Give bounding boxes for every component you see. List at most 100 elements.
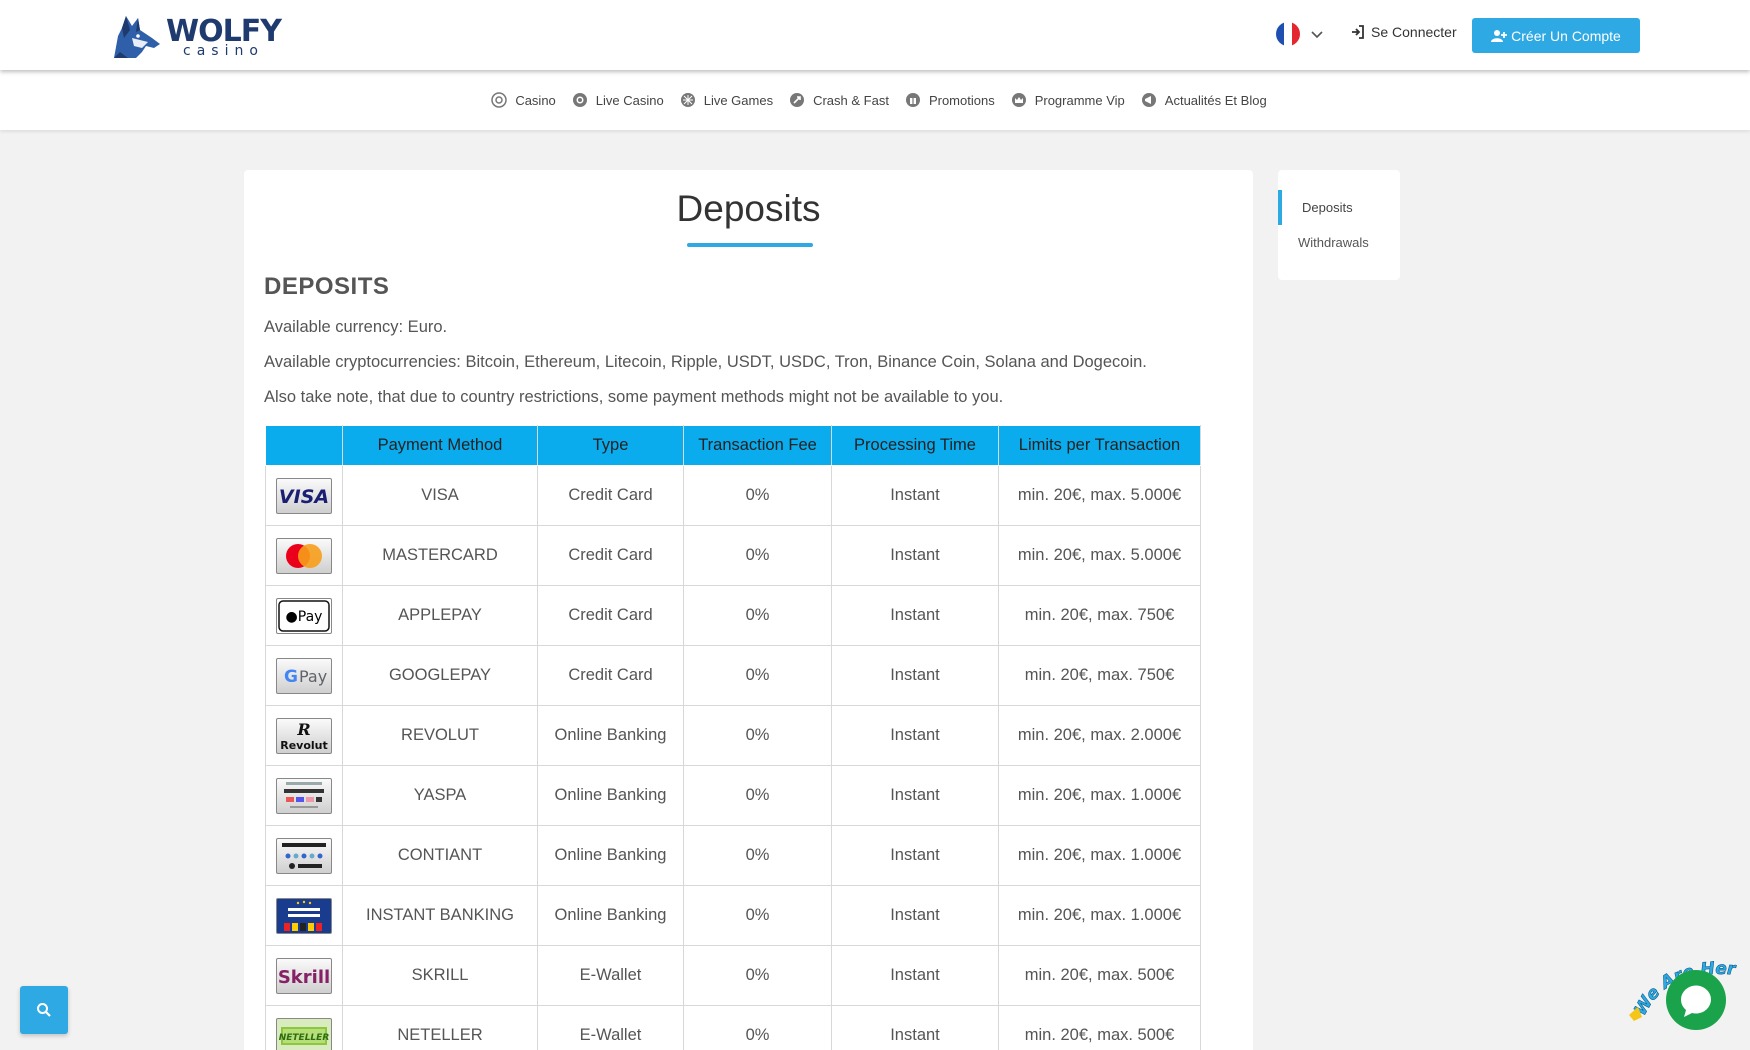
nav-label: Promotions [928,92,995,108]
fee-cell: 0% [683,525,832,586]
nav-item-vip[interactable]: Programme Vip [1011,92,1125,108]
instant-banking-logo [276,897,332,934]
sidebar-item-deposits[interactable]: Deposits [1302,200,1353,215]
time-cell: Instant [831,765,999,826]
column-header-time: Processing Time [831,425,999,466]
type-cell: Online Banking [537,885,684,946]
fee-cell: 0% [683,645,832,706]
nav-item-live-casino[interactable]: Live Casino [572,92,664,108]
section-sidebar: Deposits Withdrawals [1278,170,1400,280]
fee-cell: 0% [683,705,832,766]
svg-text:Pay: Pay [299,667,327,686]
table-row: INSTANT BANKING Online Banking 0% Instan… [265,885,1201,946]
column-header-method: Payment Method [342,425,538,466]
sign-in-icon [1352,25,1364,39]
content-card: Deposits DEPOSITS Available currency: Eu… [244,170,1253,1050]
svg-text:VISA: VISA [279,486,329,508]
wolf-logo-icon [114,16,160,58]
limits-cell: min. 20€, max. 1.000€ [998,885,1201,946]
svg-text:Skrill: Skrill [278,967,330,988]
limits-cell: min. 20€, max. 750€ [998,645,1201,706]
method-cell: YASPA [342,765,538,826]
table-row: CONTIANT Online Banking 0% Instant min. … [265,825,1201,886]
table-row: R Revolut REVOLUT Online Banking 0% Insta… [265,705,1201,766]
nav-item-crash-fast[interactable]: Crash & Fast [789,92,889,108]
crown-icon [1011,93,1026,107]
yaspa-logo [276,777,332,814]
column-header-fee: Transaction Fee [683,425,832,466]
active-indicator [1278,190,1282,225]
chat-widget[interactable]: We Are Here! [1620,930,1750,1050]
method-cell: GOOGLEPAY [342,645,538,706]
table-header-row: Payment Method Type Transaction Fee Proc… [265,425,1201,466]
table-row: VISA VISA Credit Card 0% Instant min. 20… [265,465,1201,526]
time-cell: Instant [831,825,999,886]
nav-item-casino[interactable]: Casino [491,92,556,108]
nav-label: Actualités Et Blog [1164,92,1267,108]
search-button[interactable] [20,986,68,1034]
nav-label: Casino [515,92,556,108]
login-link[interactable]: Se Connecter [1351,24,1457,40]
payment-methods-table: Payment Method Type Transaction Fee Proc… [265,425,1201,1050]
login-label: Se Connecter [1371,24,1457,40]
time-cell: Instant [831,1005,999,1050]
casino-icon [491,92,508,108]
svg-text:NETELLER: NETELLER [279,1033,330,1043]
currency-text: Available currency: Euro. [264,318,448,336]
type-cell: E-Wallet [537,945,684,1006]
nav-item-blog[interactable]: Actualités Et Blog [1141,92,1267,108]
nav-item-promotions[interactable]: Promotions [905,92,995,108]
method-cell: CONTIANT [342,825,538,886]
type-cell: E-Wallet [537,1005,684,1050]
fee-cell: 0% [683,1005,832,1050]
contiant-logo [276,837,332,874]
time-cell: Instant [831,465,999,526]
method-cell: REVOLUT [342,705,538,766]
fee-cell: 0% [683,585,832,646]
applepay-logo: ●Pay [276,597,332,634]
time-cell: Instant [831,645,999,706]
neteller-logo: NETELLER [276,1017,332,1050]
france-flag-icon [1276,22,1300,46]
method-cell: MASTERCARD [342,525,538,586]
table-row: NETELLER NETELLER E-Wallet 0% Instant mi… [265,1005,1201,1050]
visa-logo: VISA [276,477,332,514]
svg-text:G: G [284,667,298,687]
skrill-logo: Skrill [276,957,332,994]
limits-cell: min. 20€, max. 750€ [998,585,1201,646]
type-cell: Online Banking [537,765,684,826]
language-selector[interactable] [1276,22,1324,46]
type-cell: Online Banking [537,825,684,886]
register-button[interactable]: Créer Un Compte [1472,18,1640,53]
time-cell: Instant [831,945,999,1006]
crypto-text: Available cryptocurrencies: Bitcoin, Eth… [264,353,1147,371]
sidebar-item-withdrawals[interactable]: Withdrawals [1298,235,1369,250]
nav-label: Live Casino [595,92,664,108]
time-cell: Instant [831,705,999,766]
user-plus-icon [1491,29,1508,42]
time-cell: Instant [831,885,999,946]
svg-text:R: R [296,720,310,739]
live-casino-icon [572,93,587,107]
limits-cell: min. 20€, max. 2.000€ [998,705,1201,766]
type-cell: Credit Card [537,585,684,646]
method-cell: APPLEPAY [342,585,538,646]
title-underline [687,243,813,247]
type-cell: Credit Card [537,465,684,526]
mastercard-logo [276,537,332,574]
top-header: WOLFY casino Se Connecter Créer Un Compt… [0,0,1750,70]
type-cell: Online Banking [537,705,684,766]
column-header-type: Type [537,425,684,466]
section-heading: DEPOSITS [264,273,390,300]
gift-icon [905,93,920,107]
nav-item-live-games[interactable]: Live Games [680,92,773,108]
method-cell: VISA [342,465,538,526]
wolfy-casino-logo[interactable]: WOLFY casino [108,8,288,64]
main-nav: Casino Live Casino Live Games Crash & Fa… [0,70,1750,130]
chevron-down-icon [1311,31,1323,39]
table-row: YASPA Online Banking 0% Instant min. 20€… [265,765,1201,826]
megaphone-icon [1141,93,1156,107]
method-cell: INSTANT BANKING [342,885,538,946]
restriction-note: Also take note, that due to country rest… [264,388,1004,406]
type-cell: Credit Card [537,645,684,706]
